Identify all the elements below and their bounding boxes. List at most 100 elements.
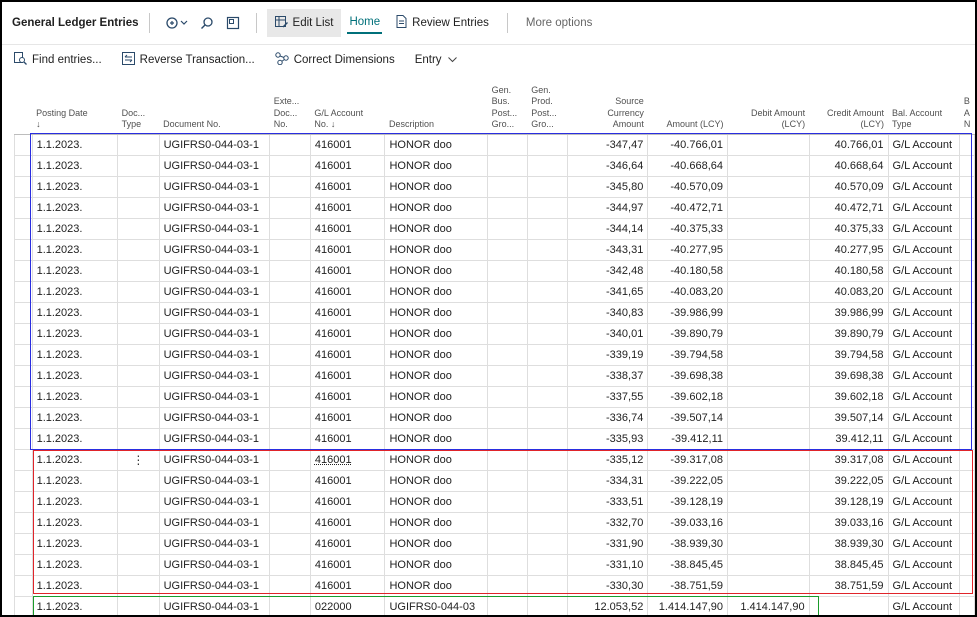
bal-account-no-cell[interactable] [959, 575, 975, 597]
posting-date-cell[interactable]: 1.1.2023. [32, 302, 119, 324]
bal-account-type-cell[interactable]: G/L Account [888, 533, 961, 555]
table-row[interactable]: 1.1.2023. UGIFRS0-044-03-1 416001 HONOR doo… [14, 407, 975, 429]
document-type-cell[interactable] [117, 365, 160, 387]
description-cell[interactable]: HONOR doo [384, 533, 489, 555]
table-row[interactable]: 1.1.2023. UGIFRS0-044-03-1 416001 HONOR doo… [14, 134, 975, 156]
bal-account-type-cell[interactable]: G/L Account [888, 239, 961, 261]
gen-prod-posting-group-cell[interactable] [527, 554, 569, 576]
column-header[interactable]: Credit Amount (LCY) [809, 84, 889, 135]
row-selector[interactable] [14, 491, 33, 513]
gl-account-no-cell[interactable]: 416001 [310, 491, 386, 513]
gen-bus-posting-group-cell[interactable] [487, 155, 528, 177]
gen-prod-posting-group-cell[interactable] [527, 428, 569, 450]
document-type-cell[interactable] [117, 575, 160, 597]
posting-date-cell[interactable]: 1.1.2023. [32, 176, 119, 198]
gl-account-no-cell[interactable]: 022000 [310, 596, 386, 615]
document-type-cell[interactable] [117, 554, 160, 576]
bal-account-type-cell[interactable]: G/L Account [888, 197, 961, 219]
gl-account-no-cell[interactable]: 416001 [310, 176, 386, 198]
gen-bus-posting-group-cell[interactable] [487, 386, 528, 408]
debit-amount-cell[interactable] [727, 260, 810, 282]
gl-account-no-cell[interactable]: 416001 [310, 470, 386, 492]
table-row[interactable]: 1.1.2023. UGIFRS0-044-03-1 416001 HONOR doo… [14, 533, 975, 555]
source-currency-amount-cell[interactable]: -340,83 [567, 302, 649, 324]
column-header[interactable]: G/L Account No. ↓ [310, 84, 385, 135]
credit-amount-cell[interactable]: 38.939,30 [809, 533, 889, 555]
posting-date-cell[interactable]: 1.1.2023. [32, 344, 119, 366]
external-doc-no-cell[interactable] [269, 176, 311, 198]
gen-prod-posting-group-cell[interactable] [527, 197, 569, 219]
debit-amount-cell[interactable] [727, 407, 810, 429]
gen-bus-posting-group-cell[interactable] [487, 512, 528, 534]
bal-account-type-cell[interactable]: G/L Account [888, 407, 961, 429]
document-type-cell[interactable] [117, 176, 160, 198]
description-cell[interactable]: HONOR doo [384, 554, 489, 576]
credit-amount-cell[interactable] [809, 596, 889, 615]
source-currency-amount-cell[interactable]: -340,01 [567, 323, 649, 345]
bal-account-type-cell[interactable]: G/L Account [888, 428, 961, 450]
gen-prod-posting-group-cell[interactable] [527, 386, 569, 408]
credit-amount-cell[interactable]: 40.472,71 [809, 197, 889, 219]
document-type-cell[interactable] [117, 470, 160, 492]
document-no-cell[interactable]: UGIFRS0-044-03-1 [159, 407, 271, 429]
amount-lcy-cell[interactable]: -39.602,18 [647, 386, 728, 408]
bal-account-type-cell[interactable]: G/L Account [888, 491, 961, 513]
amount-lcy-cell[interactable]: -39.986,99 [647, 302, 728, 324]
column-header[interactable]: Amount (LCY) [647, 84, 728, 135]
external-doc-no-cell[interactable] [269, 428, 311, 450]
description-cell[interactable]: HONOR doo [384, 344, 489, 366]
gen-bus-posting-group-cell[interactable] [487, 533, 528, 555]
credit-amount-cell[interactable]: 39.222,05 [809, 470, 889, 492]
credit-amount-cell[interactable]: 38.845,45 [809, 554, 889, 576]
posting-date-cell[interactable]: 1.1.2023. [32, 470, 119, 492]
debit-amount-cell[interactable] [727, 512, 810, 534]
gl-account-no-cell[interactable]: 416001 [310, 218, 386, 240]
gen-bus-posting-group-cell[interactable] [487, 323, 528, 345]
bal-account-type-cell[interactable]: G/L Account [888, 449, 961, 471]
gl-account-no-cell[interactable]: 416001 [310, 344, 386, 366]
description-cell[interactable]: HONOR doo [384, 428, 489, 450]
bal-account-type-cell[interactable]: G/L Account [888, 386, 961, 408]
column-header[interactable]: Exte... Doc... No. [269, 84, 311, 135]
document-type-cell[interactable] [117, 407, 160, 429]
credit-amount-cell[interactable]: 39.986,99 [809, 302, 889, 324]
bal-account-type-cell[interactable]: G/L Account [888, 260, 961, 282]
debit-amount-cell[interactable] [727, 365, 810, 387]
source-currency-amount-cell[interactable]: -331,90 [567, 533, 649, 555]
bal-account-type-cell[interactable]: G/L Account [888, 218, 961, 240]
source-currency-amount-cell[interactable]: -345,80 [567, 176, 649, 198]
debit-amount-cell[interactable] [727, 533, 810, 555]
bal-account-type-cell[interactable]: G/L Account [888, 470, 961, 492]
table-row[interactable]: 1.1.2023. UGIFRS0-044-03-1 416001 HONOR doo… [14, 197, 975, 219]
description-cell[interactable]: HONOR doo [384, 176, 489, 198]
gl-account-no-cell[interactable]: 416001 [310, 197, 386, 219]
table-row[interactable]: 1.1.2023. UGIFRS0-044-03-1 416001 HONOR doo… [14, 491, 975, 513]
debit-amount-cell[interactable] [727, 449, 810, 471]
bal-account-no-cell[interactable] [959, 302, 975, 324]
bal-account-no-cell[interactable] [959, 407, 975, 429]
gen-prod-posting-group-cell[interactable] [527, 365, 569, 387]
document-type-cell[interactable] [117, 428, 160, 450]
gen-prod-posting-group-cell[interactable] [527, 155, 569, 177]
gl-account-no-cell[interactable]: 416001 [310, 407, 386, 429]
credit-amount-cell[interactable]: 40.766,01 [809, 134, 889, 156]
column-header[interactable]: Document No. [159, 84, 270, 135]
gen-prod-posting-group-cell[interactable] [527, 407, 569, 429]
debit-amount-cell[interactable] [727, 134, 810, 156]
gen-prod-posting-group-cell[interactable] [527, 596, 569, 615]
credit-amount-cell[interactable]: 39.507,14 [809, 407, 889, 429]
posting-date-cell[interactable]: 1.1.2023. [32, 260, 119, 282]
credit-amount-cell[interactable]: 40.668,64 [809, 155, 889, 177]
document-type-cell[interactable] [117, 302, 160, 324]
document-no-cell[interactable]: UGIFRS0-044-03-1 [159, 428, 271, 450]
document-no-cell[interactable]: UGIFRS0-044-03-1 [159, 239, 271, 261]
gen-prod-posting-group-cell[interactable] [527, 260, 569, 282]
bal-account-type-cell[interactable]: G/L Account [888, 302, 961, 324]
gl-account-no-cell[interactable]: 416001 [310, 302, 386, 324]
credit-amount-cell[interactable]: 38.751,59 [809, 575, 889, 597]
table-row[interactable]: 1.1.2023. UGIFRS0-044-03-1 022000 UGIFRS0-0… [14, 596, 975, 615]
amount-lcy-cell[interactable]: 1.414.147,90 [647, 596, 728, 615]
document-no-cell[interactable]: UGIFRS0-044-03-1 [159, 197, 271, 219]
document-no-cell[interactable]: UGIFRS0-044-03-1 [159, 344, 271, 366]
table-row[interactable]: 1.1.2023. UGIFRS0-044-03-1 416001 HONOR doo… [14, 239, 975, 261]
